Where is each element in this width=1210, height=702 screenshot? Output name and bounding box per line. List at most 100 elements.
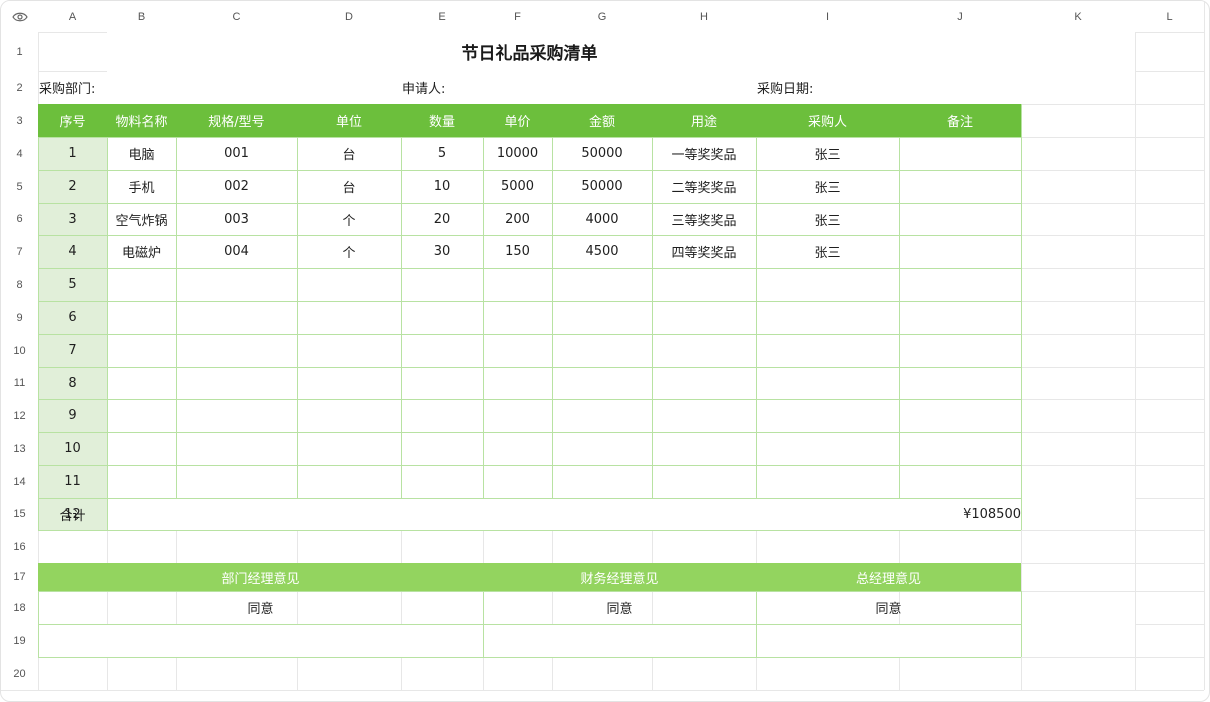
table-cell[interactable]: 张三 <box>756 137 899 170</box>
table-cell[interactable]: 台 <box>297 170 401 203</box>
table-header-cell: 备注 <box>899 104 1021 137</box>
table-cell[interactable]: 20 <box>401 203 483 235</box>
column-header-c[interactable]: C <box>176 1 297 32</box>
table-cell[interactable]: 5000 <box>483 170 552 203</box>
row-header-4[interactable]: 4 <box>1 137 38 170</box>
approval-title: 总经理意见 <box>756 563 1021 591</box>
seq-cell[interactable]: 10 <box>38 432 107 465</box>
label-dept: 采购部门: <box>39 82 96 97</box>
row-header-6[interactable]: 6 <box>1 203 38 235</box>
table-cell[interactable] <box>899 235 1021 268</box>
eye-icon[interactable] <box>1 1 38 32</box>
seq-cell[interactable]: 2 <box>38 170 107 203</box>
table-cell[interactable]: 手机 <box>107 170 176 203</box>
table-cell[interactable]: 四等奖奖品 <box>652 235 756 268</box>
column-header-d[interactable]: D <box>297 1 401 32</box>
approval-value[interactable]: 同意 <box>756 591 1021 624</box>
row-header-12[interactable]: 12 <box>1 399 38 432</box>
seq-cell[interactable]: 7 <box>38 334 107 367</box>
seq-cell[interactable]: 4 <box>38 235 107 268</box>
seq-cell[interactable]: 1 <box>38 137 107 170</box>
table-header-cell: 用途 <box>652 104 756 137</box>
row-header-18[interactable]: 18 <box>1 591 38 624</box>
column-header-b[interactable]: B <box>107 1 176 32</box>
column-header-g[interactable]: G <box>552 1 652 32</box>
table-cell[interactable]: 5 <box>401 137 483 170</box>
column-header-j[interactable]: J <box>899 1 1021 32</box>
label-applicant: 申请人: <box>402 82 446 97</box>
table-cell[interactable]: 一等奖奖品 <box>652 137 756 170</box>
row-header-14[interactable]: 14 <box>1 465 38 498</box>
table-header-cell: 序号 <box>38 104 107 137</box>
table-header-cell: 规格/型号 <box>176 104 297 137</box>
column-header-e[interactable]: E <box>401 1 483 32</box>
table-cell[interactable]: 50000 <box>552 137 652 170</box>
seq-cell[interactable]: 5 <box>38 268 107 301</box>
table-header-cell: 物料名称 <box>107 104 176 137</box>
seq-cell[interactable]: 8 <box>38 367 107 399</box>
row-header-16[interactable]: 16 <box>1 530 38 563</box>
table-cell[interactable]: 台 <box>297 137 401 170</box>
table-cell[interactable]: 三等奖奖品 <box>652 203 756 235</box>
table-cell[interactable]: 30 <box>401 235 483 268</box>
row-header-13[interactable]: 13 <box>1 432 38 465</box>
row-header-9[interactable]: 9 <box>1 301 38 334</box>
table-cell[interactable]: 张三 <box>756 170 899 203</box>
column-header-l[interactable]: L <box>1135 1 1204 32</box>
table-cell[interactable]: 150 <box>483 235 552 268</box>
seq-cell[interactable]: 3 <box>38 203 107 235</box>
table-cell[interactable]: 张三 <box>756 203 899 235</box>
row-header-5[interactable]: 5 <box>1 170 38 203</box>
table-cell[interactable]: 电磁炉 <box>107 235 176 268</box>
table-header-cell: 数量 <box>401 104 483 137</box>
table-cell[interactable]: 个 <box>297 235 401 268</box>
column-header-i[interactable]: I <box>756 1 899 32</box>
row-header-11[interactable]: 11 <box>1 367 38 399</box>
row-header-2[interactable]: 2 <box>1 71 38 104</box>
table-cell[interactable]: 200 <box>483 203 552 235</box>
approval-value[interactable]: 同意 <box>38 591 483 624</box>
row-header-1[interactable]: 1 <box>1 32 38 71</box>
column-header-h[interactable]: H <box>652 1 756 32</box>
table-cell[interactable]: 4000 <box>552 203 652 235</box>
total-label: 合计 <box>59 508 86 524</box>
row-header-20[interactable]: 20 <box>1 657 38 690</box>
table-cell[interactable]: 004 <box>176 235 297 268</box>
row-header-3[interactable]: 3 <box>1 104 38 137</box>
seq-cell[interactable]: 9 <box>38 399 107 432</box>
row-header-19[interactable]: 19 <box>1 624 38 657</box>
table-cell[interactable] <box>899 170 1021 203</box>
table-cell[interactable]: 张三 <box>756 235 899 268</box>
approval-value[interactable]: 同意 <box>483 591 756 624</box>
table-cell[interactable]: 电脑 <box>107 137 176 170</box>
spreadsheet: A B C D E F G H I J K L 1 2 3 4 5 6 7 8 9 10 11 12 13 14 15 16 17 18 1… <box>0 0 1210 702</box>
seq-cell[interactable]: 6 <box>38 301 107 334</box>
seq-cell[interactable]: 11 <box>38 465 107 498</box>
table-cell[interactable]: 二等奖奖品 <box>652 170 756 203</box>
table-header-cell: 单价 <box>483 104 552 137</box>
row-header-10[interactable]: 10 <box>1 334 38 367</box>
sheet-title: 节日礼品采购清单 <box>461 44 598 64</box>
row-header-15[interactable]: 15 <box>1 498 38 530</box>
table-cell[interactable]: 001 <box>176 137 297 170</box>
column-header-a[interactable]: A <box>38 1 107 32</box>
table-header-cell: 单位 <box>297 104 401 137</box>
column-header-k[interactable]: K <box>1021 1 1135 32</box>
table-cell[interactable] <box>899 203 1021 235</box>
row-header-17[interactable]: 17 <box>1 563 38 591</box>
row-header-8[interactable]: 8 <box>1 268 38 301</box>
table-cell[interactable]: 10 <box>401 170 483 203</box>
approval-title: 财务经理意见 <box>483 563 756 591</box>
table-cell[interactable]: 空气炸锅 <box>107 203 176 235</box>
row-header-7[interactable]: 7 <box>1 235 38 268</box>
table-cell[interactable]: 002 <box>176 170 297 203</box>
table-cell[interactable]: 003 <box>176 203 297 235</box>
table-header-cell: 采购人 <box>756 104 899 137</box>
table-cell[interactable] <box>899 137 1021 170</box>
table-cell[interactable]: 个 <box>297 203 401 235</box>
table-header-cell: 金额 <box>552 104 652 137</box>
column-header-f[interactable]: F <box>483 1 552 32</box>
table-cell[interactable]: 4500 <box>552 235 652 268</box>
table-cell[interactable]: 50000 <box>552 170 652 203</box>
table-cell[interactable]: 10000 <box>483 137 552 170</box>
